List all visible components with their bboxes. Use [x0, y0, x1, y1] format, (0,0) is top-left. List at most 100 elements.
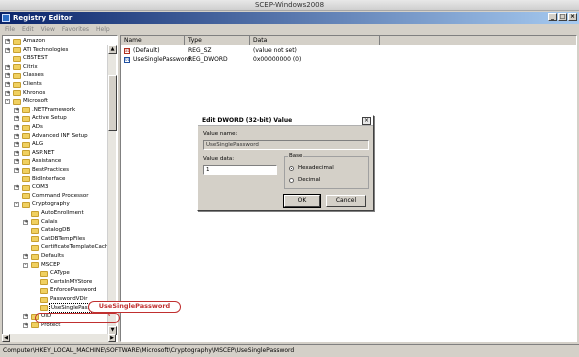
- ok-button[interactable]: OK: [283, 194, 321, 208]
- folder-icon: [31, 262, 39, 269]
- folder-icon: [31, 244, 39, 251]
- tree-item-label: CatalogDB: [41, 227, 71, 234]
- tree-item-label: Clients: [23, 81, 42, 87]
- expand-icon[interactable]: +: [14, 142, 19, 148]
- expand-icon[interactable]: +: [14, 107, 19, 113]
- decimal-radio[interactable]: [289, 177, 294, 183]
- scroll-up-icon[interactable]: ▲: [108, 45, 117, 54]
- folder-icon: [22, 150, 30, 157]
- tree-item-label: Amazon: [23, 38, 46, 44]
- tree-item-label: MSCEP: [41, 261, 60, 268]
- expand-icon[interactable]: +: [23, 314, 28, 320]
- column-header-type[interactable]: Type: [185, 36, 250, 45]
- expand-icon[interactable]: +: [14, 116, 19, 122]
- menu-bar: File Edit View Favorites Help: [0, 25, 110, 34]
- cancel-button[interactable]: Cancel: [326, 195, 366, 207]
- scroll-left-icon[interactable]: ◀: [2, 334, 10, 342]
- folder-icon: [31, 253, 39, 260]
- folder-icon: [22, 201, 30, 208]
- value-data: 0x00000000 (0): [253, 56, 302, 63]
- expand-icon[interactable]: +: [5, 39, 10, 44]
- expand-icon[interactable]: +: [14, 185, 19, 191]
- column-header-name[interactable]: Name: [121, 36, 185, 45]
- tree-item-label: EnforcePassword: [50, 287, 97, 294]
- column-header-data[interactable]: Data: [250, 36, 380, 45]
- value-name: (Default): [133, 47, 160, 54]
- hexadecimal-option[interactable]: Hexadecimal: [289, 164, 334, 172]
- highlight-ring: [35, 313, 120, 323]
- tree-item-label: Advanced INF Setup: [32, 132, 88, 139]
- collapse-icon[interactable]: -: [5, 99, 10, 105]
- menu-favorites[interactable]: Favorites: [62, 25, 89, 34]
- folder-icon: [13, 90, 21, 97]
- value-row[interactable]: 01 UseSinglePassword REG_DWORD 0x0000000…: [121, 55, 576, 64]
- tree-vertical-scrollbar[interactable]: ▲ ▼: [107, 45, 117, 335]
- menu-edit[interactable]: Edit: [22, 25, 34, 34]
- folder-icon: [31, 322, 39, 329]
- value-name-label: Value name:: [203, 131, 238, 137]
- folder-icon: [22, 176, 30, 183]
- scroll-thumb[interactable]: [108, 75, 117, 131]
- expand-icon[interactable]: +: [5, 64, 10, 70]
- maximize-button[interactable]: □: [558, 13, 567, 21]
- value-name: UseSinglePassword: [133, 56, 191, 63]
- tree-item-label: Citrix: [23, 63, 38, 70]
- decimal-option[interactable]: Decimal: [289, 176, 320, 184]
- minimize-button[interactable]: _: [548, 13, 557, 21]
- collapse-icon[interactable]: -: [14, 202, 19, 208]
- expand-icon[interactable]: +: [14, 168, 19, 173]
- value-row[interactable]: ab (Default) REG_SZ (value not set): [121, 46, 576, 55]
- expand-icon[interactable]: +: [23, 322, 28, 328]
- expand-icon[interactable]: +: [14, 133, 19, 139]
- expand-icon[interactable]: +: [14, 150, 19, 156]
- edit-dword-dialog: Edit DWORD (32-bit) Value × Value name: …: [197, 115, 374, 211]
- tree-item-label: AutoEnrollment: [41, 210, 84, 216]
- collapse-icon[interactable]: -: [23, 262, 28, 268]
- close-button[interactable]: ×: [568, 13, 577, 21]
- regedit-app-icon: [2, 14, 10, 22]
- tree-horizontal-scrollbar[interactable]: ◀ ▶: [2, 334, 116, 342]
- folder-icon: [22, 141, 30, 148]
- callout-label: UseSinglePassword: [88, 301, 181, 313]
- folder-icon: [31, 210, 39, 217]
- menu-view[interactable]: View: [41, 25, 55, 34]
- folder-icon: [22, 184, 30, 191]
- tree-item-label: CatDBTempFiles: [41, 235, 86, 242]
- dialog-title[interactable]: Edit DWORD (32-bit) Value: [198, 116, 373, 126]
- value-data: (value not set): [253, 47, 297, 54]
- expand-icon[interactable]: +: [14, 159, 19, 165]
- string-value-icon: ab: [124, 47, 130, 54]
- menu-help[interactable]: Help: [96, 25, 110, 34]
- expand-icon[interactable]: +: [5, 90, 10, 96]
- folder-icon: [31, 219, 39, 226]
- expand-icon[interactable]: +: [5, 73, 10, 79]
- folder-icon: [40, 270, 48, 277]
- folder-icon: [40, 279, 48, 286]
- window-titlebar[interactable]: Registry Editor _ □ ×: [0, 12, 579, 24]
- expand-icon[interactable]: +: [23, 219, 28, 225]
- folder-icon: [22, 124, 30, 131]
- tree-item-label: CertificateTemplateCache: [41, 244, 112, 251]
- value-data-label: Value data:: [203, 156, 235, 162]
- value-data-input[interactable]: 1: [203, 165, 277, 175]
- expand-icon[interactable]: +: [5, 47, 10, 53]
- tree-item-label: Calais: [41, 218, 58, 225]
- folder-icon: [40, 287, 48, 294]
- dialog-close-button[interactable]: ×: [362, 117, 371, 125]
- menu-file[interactable]: File: [5, 25, 15, 34]
- tree-item-label: BestPractices: [32, 167, 70, 173]
- expand-icon[interactable]: +: [14, 125, 19, 130]
- base-groupbox: Base Hexadecimal Decimal: [284, 153, 369, 189]
- hexadecimal-label: Hexadecimal: [298, 165, 334, 171]
- tree-item-label: CAType: [50, 270, 70, 277]
- expand-icon[interactable]: +: [5, 82, 10, 87]
- value-name-field: UseSinglePassword: [203, 140, 369, 150]
- status-bar: Computer\HKEY_LOCAL_MACHINE\SOFTWARE\Mic…: [0, 344, 579, 357]
- tree-item-label: COM3: [32, 184, 49, 191]
- tree-item-label: CertsInMYStore: [50, 278, 93, 285]
- folder-icon: [13, 47, 21, 54]
- expand-icon[interactable]: +: [23, 254, 28, 259]
- registry-tree[interactable]: + Amazon + ATI Technologies CBSTEST + Citrix + C…: [2, 35, 118, 342]
- scroll-right-icon[interactable]: ▶: [108, 334, 116, 342]
- hexadecimal-radio[interactable]: [289, 165, 294, 171]
